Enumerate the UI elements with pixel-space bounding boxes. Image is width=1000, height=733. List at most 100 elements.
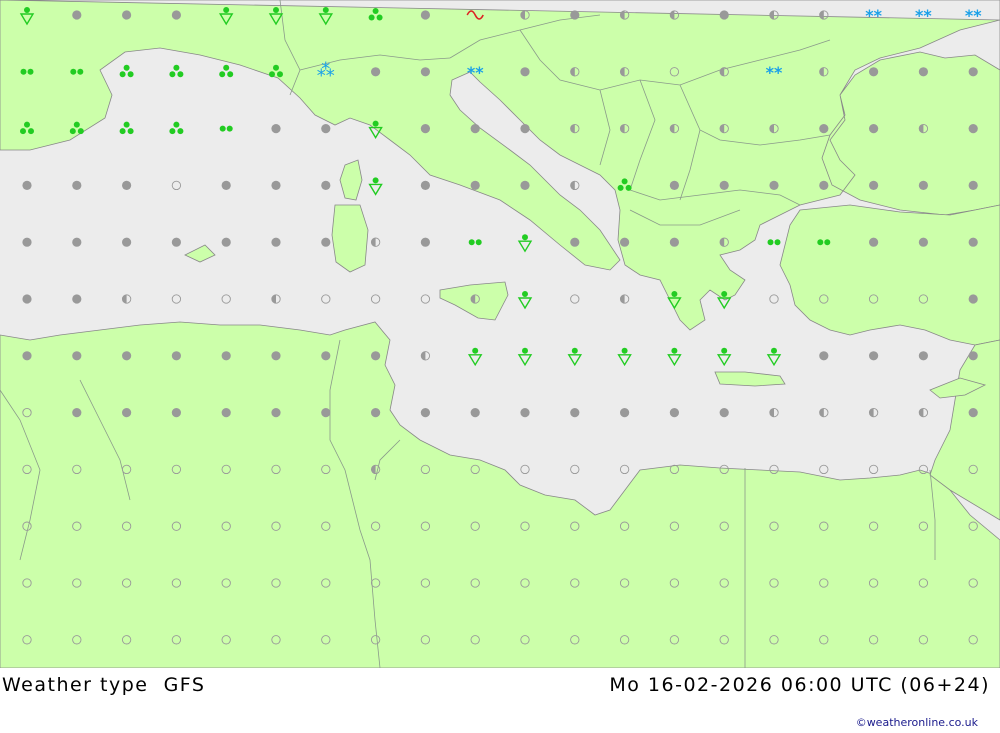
snow-symbol: **	[766, 63, 783, 82]
forecast-datetime: Mo 16-02-2026 06:00 UTC (06+24)	[609, 674, 990, 696]
overcast-symbol	[570, 408, 580, 418]
svg-text:⁂: ⁂	[317, 60, 335, 81]
overcast-symbol	[420, 408, 430, 418]
overcast-symbol	[122, 10, 132, 20]
overcast-symbol	[520, 180, 530, 190]
overcast-symbol	[72, 237, 82, 247]
overcast-symbol	[420, 180, 430, 190]
overcast-symbol	[769, 180, 779, 190]
overcast-symbol	[819, 180, 829, 190]
overcast-symbol	[171, 237, 181, 247]
overcast-symbol	[520, 124, 530, 134]
overcast-symbol	[271, 237, 281, 247]
map-title: Weather type GFS	[2, 674, 205, 696]
overcast-symbol	[321, 180, 331, 190]
overcast-symbol	[22, 180, 32, 190]
overcast-symbol	[968, 351, 978, 361]
overcast-symbol	[72, 294, 82, 304]
svg-text:**: **	[965, 6, 982, 25]
overcast-symbol	[819, 351, 829, 361]
overcast-symbol	[968, 408, 978, 418]
snow-showers-symbol: ⁂	[317, 60, 335, 81]
overcast-symbol	[669, 180, 680, 190]
overcast-symbol	[122, 237, 132, 247]
overcast-symbol	[122, 351, 132, 361]
overcast-symbol	[918, 67, 929, 77]
overcast-symbol	[869, 237, 879, 247]
overcast-symbol	[968, 294, 978, 304]
credit-link[interactable]: ©weatheronline.co.uk	[856, 716, 978, 729]
overcast-symbol	[470, 180, 480, 190]
overcast-symbol	[171, 408, 181, 418]
overcast-symbol	[719, 10, 729, 20]
overcast-symbol	[371, 351, 381, 361]
overcast-symbol	[22, 294, 32, 304]
overcast-symbol	[420, 10, 430, 20]
overcast-symbol	[72, 180, 82, 190]
overcast-symbol	[869, 67, 879, 77]
svg-text:**: **	[865, 6, 882, 25]
overcast-symbol	[271, 124, 281, 134]
snow-symbol: **	[865, 6, 882, 25]
overcast-symbol	[570, 10, 580, 20]
overcast-symbol	[22, 351, 32, 361]
overcast-symbol	[221, 408, 231, 418]
overcast-symbol	[420, 237, 430, 247]
overcast-symbol	[620, 237, 630, 247]
overcast-symbol	[620, 408, 630, 418]
weather-map: ** ** ** ⁂ ** **	[0, 0, 1000, 668]
overcast-symbol	[719, 408, 729, 418]
overcast-symbol	[420, 124, 430, 134]
overcast-symbol	[122, 408, 132, 418]
overcast-symbol	[918, 180, 929, 190]
snow-symbol: **	[467, 63, 484, 82]
snow-symbol: **	[915, 6, 932, 25]
overcast-symbol	[869, 351, 879, 361]
overcast-symbol	[171, 351, 181, 361]
overcast-symbol	[72, 10, 82, 20]
map-title-label: Weather type	[2, 674, 149, 696]
overcast-symbol	[321, 408, 331, 418]
overcast-symbol	[869, 124, 879, 134]
island-sardinia	[331, 204, 369, 273]
overcast-symbol	[271, 180, 281, 190]
overcast-symbol	[72, 351, 82, 361]
overcast-symbol	[968, 124, 978, 134]
svg-text:**: **	[467, 63, 484, 82]
overcast-symbol	[22, 237, 32, 247]
overcast-symbol	[669, 237, 680, 247]
overcast-symbol	[221, 180, 231, 190]
overcast-symbol	[321, 237, 331, 247]
overcast-symbol	[371, 67, 381, 77]
overcast-symbol	[171, 10, 181, 20]
overcast-symbol	[221, 237, 231, 247]
overcast-symbol	[918, 237, 929, 247]
overcast-symbol	[321, 351, 331, 361]
svg-text:**: **	[766, 63, 783, 82]
overcast-symbol	[271, 351, 281, 361]
overcast-symbol	[520, 67, 530, 77]
overcast-symbol	[271, 408, 281, 418]
overcast-symbol	[968, 67, 978, 77]
overcast-symbol	[520, 408, 530, 418]
overcast-symbol	[420, 67, 430, 77]
overcast-symbol	[968, 237, 978, 247]
overcast-symbol	[371, 408, 381, 418]
overcast-symbol	[669, 408, 680, 418]
svg-text:**: **	[915, 6, 932, 25]
overcast-symbol	[819, 124, 829, 134]
overcast-symbol	[570, 237, 580, 247]
overcast-symbol	[968, 180, 978, 190]
overcast-symbol	[869, 180, 879, 190]
overcast-symbol	[72, 408, 82, 418]
overcast-symbol	[470, 408, 480, 418]
overcast-symbol	[122, 180, 132, 190]
overcast-symbol	[470, 124, 480, 134]
overcast-symbol	[321, 124, 331, 134]
overcast-symbol	[918, 351, 929, 361]
overcast-symbol	[719, 180, 729, 190]
model-name: GFS	[163, 674, 206, 696]
snow-symbol: **	[965, 6, 982, 25]
map-footer: Weather type GFS Mo 16-02-2026 06:00 UTC…	[0, 668, 1000, 733]
overcast-symbol	[221, 351, 231, 361]
